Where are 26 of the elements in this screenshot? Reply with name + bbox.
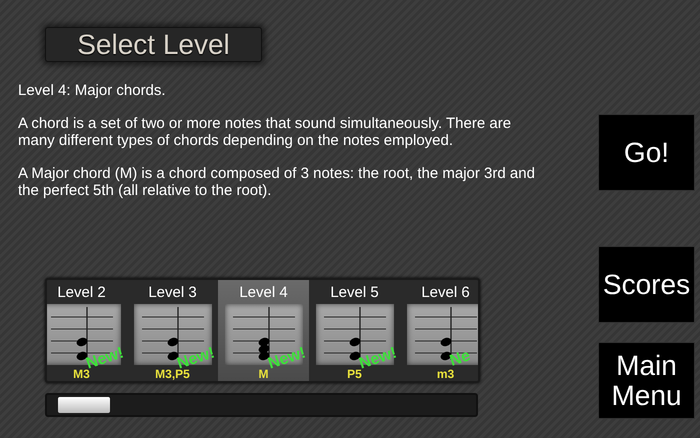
interval-label: M bbox=[258, 367, 268, 381]
level-label[interactable]: Level 5 bbox=[330, 284, 379, 301]
interval-label: P5 bbox=[347, 367, 362, 381]
interval-label: m3 bbox=[436, 367, 454, 381]
level-item[interactable]: Level 3 New! M3,P5 bbox=[127, 280, 218, 381]
new-label: Ne bbox=[448, 347, 473, 370]
level-label[interactable]: Level 3 bbox=[148, 284, 197, 301]
level-thumbnail[interactable] bbox=[406, 304, 478, 365]
description-text: A Major chord (M) is a chord composed of 3 notes: the root, the major 3rd and the perfect 5th (all relative to the root). bbox=[18, 165, 536, 199]
level-item[interactable]: Level 6 Ne m3 bbox=[400, 280, 478, 381]
interval-label: M3,P5 bbox=[155, 367, 190, 381]
level-label[interactable]: Level 4 bbox=[239, 284, 288, 301]
level-item[interactable]: Level 2 New! M3 bbox=[47, 280, 127, 381]
menu-button[interactable]: Scores bbox=[598, 246, 695, 323]
scroll-bar[interactable] bbox=[45, 393, 478, 417]
level-label[interactable]: Level 2 bbox=[57, 284, 106, 301]
level-label[interactable]: Level 6 bbox=[421, 284, 470, 301]
menu-button[interactable]: Go! bbox=[598, 114, 695, 191]
scroll-thumb[interactable] bbox=[58, 397, 110, 413]
selected-level[interactable]: Level 4 New! M bbox=[218, 280, 309, 381]
screen-title: Select Level bbox=[45, 27, 262, 62]
description-text: A chord is a set of two or more notes that sound simultaneously. There are many different types of chords depending on the notes employed. bbox=[18, 115, 512, 149]
description-text: Level 4: Major chords. bbox=[18, 82, 167, 99]
interval-label: M3 bbox=[73, 367, 90, 381]
menu-button[interactable]: Main Menu bbox=[598, 342, 695, 419]
level-item[interactable]: Level 5 New! P5 bbox=[309, 280, 400, 381]
